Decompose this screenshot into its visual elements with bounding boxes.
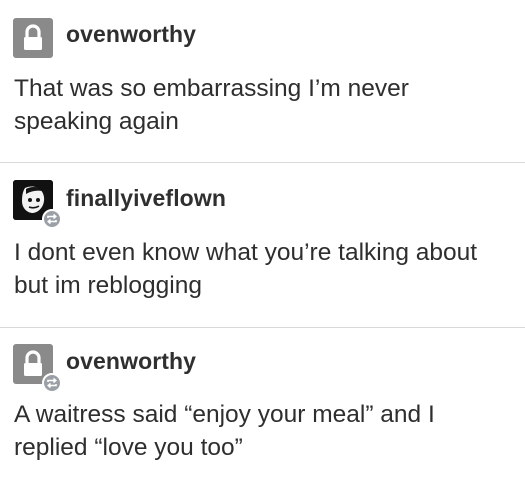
reblog-icon — [47, 377, 57, 389]
avatar[interactable] — [13, 18, 53, 58]
avatar[interactable] — [13, 344, 62, 393]
post-body-text: I dont even know what you’re talking abo… — [14, 239, 478, 299]
lock-icon — [24, 24, 42, 50]
post-username[interactable]: ovenworthy — [66, 348, 196, 375]
post-1: ovenworthy That was so embarrassing I’m … — [0, 0, 525, 160]
post-username[interactable]: ovenworthy — [66, 21, 196, 48]
reblog-icon — [47, 213, 57, 225]
avatar[interactable] — [13, 180, 62, 229]
post-body-text: That was so embarrassing I’m never speak… — [14, 75, 409, 135]
reblog-badge — [42, 373, 62, 393]
post-body-text: A waitress said “enjoy your meal” and I … — [14, 401, 435, 461]
reblog-badge — [42, 209, 62, 229]
post-2: finallyiveflown I dont even know what yo… — [0, 163, 525, 326]
post-username[interactable]: finallyiveflown — [66, 185, 226, 212]
post-3: ovenworthy A waitress said “enjoy your m… — [0, 328, 525, 482]
